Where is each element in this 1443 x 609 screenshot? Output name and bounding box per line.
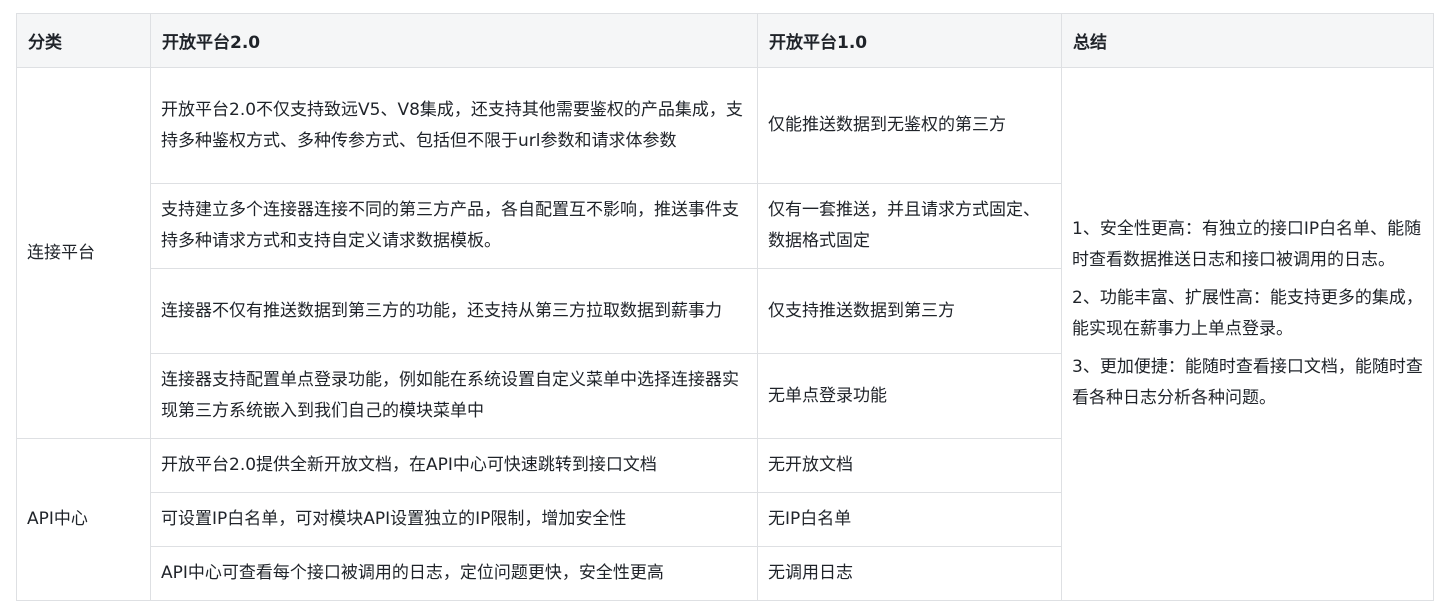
header-platform-v1: 开放平台1.0 bbox=[757, 13, 1062, 68]
v2-cell: 开放平台2.0提供全新开放文档，在API中心可快速跳转到接口文档 bbox=[150, 438, 758, 493]
v1-cell: 仅有一套推送，并且请求方式固定、数据格式固定 bbox=[757, 183, 1062, 269]
header-category: 分类 bbox=[16, 13, 151, 68]
v1-cell: 仅支持推送数据到第三方 bbox=[757, 268, 1062, 354]
v1-cell: 无单点登录功能 bbox=[757, 353, 1062, 439]
table-row: 连接平台 开放平台2.0不仅支持致远V5、V8集成，还支持其他需要鉴权的产品集成… bbox=[16, 67, 1434, 601]
summary-point: 3、更加便捷：能随时查看接口文档，能随时查看各种日志分析各种问题。 bbox=[1072, 357, 1423, 408]
v1-cell: 无开放文档 bbox=[757, 438, 1062, 493]
summary-cell: 1、安全性更高：有独立的接口IP白名单、能随时查看数据推送日志和接口被调用的日志… bbox=[1061, 67, 1434, 601]
header-row: 分类 开放平台2.0 开放平台1.0 总结 bbox=[16, 13, 1434, 68]
v2-cell: 连接器支持配置单点登录功能，例如能在系统设置自定义菜单中选择连接器实现第三方系统… bbox=[150, 353, 758, 439]
v2-cell: 开放平台2.0不仅支持致远V5、V8集成，还支持其他需要鉴权的产品集成，支持多种… bbox=[150, 67, 758, 184]
v2-cell: 可设置IP白名单，可对模块API设置独立的IP限制，增加安全性 bbox=[150, 492, 758, 547]
summary-point: 1、安全性更高：有独立的接口IP白名单、能随时查看数据推送日志和接口被调用的日志… bbox=[1072, 219, 1422, 270]
v1-cell: 无调用日志 bbox=[757, 546, 1062, 601]
header-platform-v2: 开放平台2.0 bbox=[150, 13, 758, 68]
header-summary: 总结 bbox=[1061, 13, 1434, 68]
summary-point: 2、功能丰富、扩展性高：能支持更多的集成，能实现在薪事力上单点登录。 bbox=[1072, 288, 1423, 339]
v1-cell: 无IP白名单 bbox=[757, 492, 1062, 547]
comparison-table: 分类 开放平台2.0 开放平台1.0 总结 连接平台 开放平台2.0不仅支持致远… bbox=[16, 13, 1434, 601]
v2-cell: API中心可查看每个接口被调用的日志，定位问题更快，安全性更高 bbox=[150, 546, 758, 601]
v1-cell: 仅能推送数据到无鉴权的第三方 bbox=[757, 67, 1062, 184]
category-cell-api-center: API中心 bbox=[16, 438, 151, 601]
v2-cell: 连接器不仅有推送数据到第三方的功能，还支持从第三方拉取数据到薪事力 bbox=[150, 268, 758, 354]
category-cell-connect-platform: 连接平台 bbox=[16, 67, 151, 439]
v2-cell: 支持建立多个连接器连接不同的第三方产品，各自配置互不影响，推送事件支持多种请求方… bbox=[150, 183, 758, 269]
